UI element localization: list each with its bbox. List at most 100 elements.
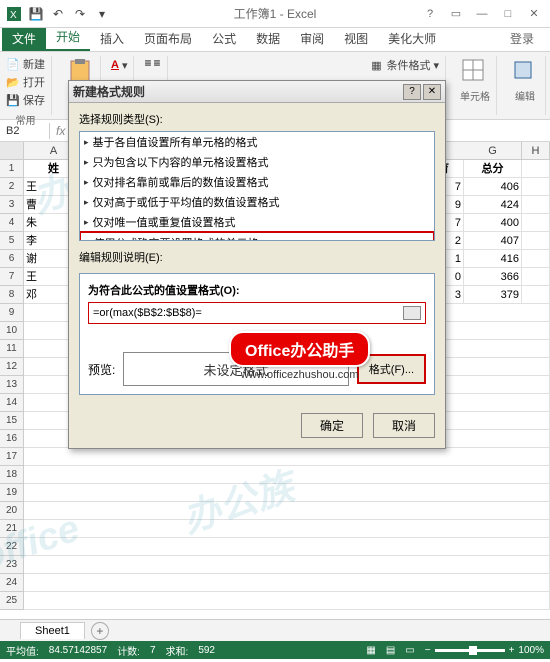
row-header[interactable]: 7 xyxy=(0,268,24,286)
row-header[interactable]: 1 xyxy=(0,160,24,178)
dialog-help-icon[interactable]: ? xyxy=(403,84,421,100)
save-button[interactable]: 💾保存 xyxy=(6,92,45,108)
undo-icon[interactable]: ↶ xyxy=(48,4,68,24)
rule-option[interactable]: 仅对高于或低于平均值的数值设置格式 xyxy=(80,192,434,212)
help-icon[interactable]: ? xyxy=(418,5,442,23)
tab-beauty[interactable]: 美化大师 xyxy=(378,26,446,51)
row-header[interactable]: 23 xyxy=(0,556,24,574)
cancel-button[interactable]: 取消 xyxy=(373,413,435,438)
range-selector-icon[interactable] xyxy=(403,306,421,320)
cell[interactable] xyxy=(24,502,550,520)
row-header[interactable]: 6 xyxy=(0,250,24,268)
qat-dropdown-icon[interactable]: ▾ xyxy=(92,4,112,24)
cell[interactable] xyxy=(522,214,550,232)
row-header[interactable]: 5 xyxy=(0,232,24,250)
cell[interactable]: 总分 xyxy=(464,160,522,178)
zoom-control[interactable]: − + 100% xyxy=(425,645,544,656)
rule-option[interactable]: 基于各自值设置所有单元格的格式 xyxy=(80,132,434,152)
col-g[interactable]: G xyxy=(464,142,522,159)
cell[interactable]: 407 xyxy=(464,232,522,250)
login-link[interactable]: 登录 xyxy=(500,26,544,51)
row-header[interactable]: 4 xyxy=(0,214,24,232)
select-all-corner[interactable] xyxy=(0,142,24,159)
minimize-icon[interactable]: — xyxy=(470,5,494,23)
cell[interactable]: 406 xyxy=(464,178,522,196)
new-button[interactable]: 📄新建 xyxy=(6,56,45,72)
zoom-value[interactable]: 100% xyxy=(518,645,544,656)
view-layout-icon[interactable]: ▤ xyxy=(386,645,395,656)
row-header[interactable]: 21 xyxy=(0,520,24,538)
cell[interactable]: 400 xyxy=(464,214,522,232)
tab-review[interactable]: 审阅 xyxy=(290,26,334,51)
tab-view[interactable]: 视图 xyxy=(334,26,378,51)
cond-format-button[interactable]: ▦条件格式 ▾ xyxy=(369,56,439,74)
dialog-titlebar[interactable]: 新建格式规则 ? ✕ xyxy=(69,81,445,103)
dialog-close-icon[interactable]: ✕ xyxy=(423,84,441,100)
open-button[interactable]: 📂打开 xyxy=(6,74,45,90)
row-header[interactable]: 16 xyxy=(0,430,24,448)
cell[interactable]: 416 xyxy=(464,250,522,268)
view-normal-icon[interactable]: ▦ xyxy=(366,645,375,656)
cell[interactable] xyxy=(522,196,550,214)
tab-formulas[interactable]: 公式 xyxy=(202,26,246,51)
cell[interactable] xyxy=(522,160,550,178)
tab-data[interactable]: 数据 xyxy=(246,26,290,51)
tab-insert[interactable]: 插入 xyxy=(90,26,134,51)
cell[interactable] xyxy=(24,556,550,574)
row-header[interactable]: 9 xyxy=(0,304,24,322)
col-h[interactable]: H xyxy=(522,142,550,159)
save-icon[interactable]: 💾 xyxy=(26,4,46,24)
row-header[interactable]: 25 xyxy=(0,592,24,610)
row-header[interactable]: 20 xyxy=(0,502,24,520)
redo-icon[interactable]: ↷ xyxy=(70,4,90,24)
row-header[interactable]: 22 xyxy=(0,538,24,556)
row-header[interactable]: 11 xyxy=(0,340,24,358)
cell[interactable] xyxy=(24,574,550,592)
cell[interactable] xyxy=(24,484,550,502)
cell[interactable] xyxy=(522,286,550,304)
sheet-tab[interactable]: Sheet1 xyxy=(20,622,85,639)
edit-group[interactable]: 编辑 xyxy=(505,56,546,115)
rule-option[interactable]: 只为包含以下内容的单元格设置格式 xyxy=(80,152,434,172)
cell[interactable] xyxy=(522,250,550,268)
row-header[interactable]: 19 xyxy=(0,484,24,502)
cell[interactable] xyxy=(24,538,550,556)
cell[interactable] xyxy=(522,178,550,196)
view-break-icon[interactable]: ▭ xyxy=(405,645,414,656)
row-header[interactable]: 24 xyxy=(0,574,24,592)
cell[interactable] xyxy=(522,268,550,286)
row-header[interactable]: 12 xyxy=(0,358,24,376)
row-header[interactable]: 17 xyxy=(0,448,24,466)
cell[interactable] xyxy=(24,592,550,610)
row-header[interactable]: 3 xyxy=(0,196,24,214)
row-header[interactable]: 18 xyxy=(0,466,24,484)
tab-home[interactable]: 开始 xyxy=(46,24,90,51)
cell[interactable]: 424 xyxy=(464,196,522,214)
name-box[interactable]: B2 xyxy=(0,123,50,139)
row-header[interactable]: 15 xyxy=(0,412,24,430)
row-header[interactable]: 10 xyxy=(0,322,24,340)
row-header[interactable]: 2 xyxy=(0,178,24,196)
cell[interactable] xyxy=(24,466,550,484)
add-sheet-icon[interactable]: + xyxy=(91,622,109,640)
cell[interactable] xyxy=(24,448,550,466)
cell[interactable] xyxy=(522,232,550,250)
zoom-in-icon[interactable]: + xyxy=(509,645,515,656)
rule-type-list[interactable]: 基于各自值设置所有单元格的格式 只为包含以下内容的单元格设置格式 仅对排名靠前或… xyxy=(79,131,435,241)
row-header[interactable]: 13 xyxy=(0,376,24,394)
cell[interactable] xyxy=(24,520,550,538)
ok-button[interactable]: 确定 xyxy=(301,413,363,438)
cell[interactable]: 366 xyxy=(464,268,522,286)
tab-file[interactable]: 文件 xyxy=(2,26,46,51)
close-icon[interactable]: ✕ xyxy=(522,5,546,23)
rule-option[interactable]: 仅对唯一值或重复值设置格式 xyxy=(80,212,434,232)
ribbon-options-icon[interactable]: ▭ xyxy=(444,5,468,23)
cell[interactable]: 379 xyxy=(464,286,522,304)
rule-option-selected[interactable]: 使用公式确定要设置格式的单元格 xyxy=(79,231,435,241)
row-header[interactable]: 14 xyxy=(0,394,24,412)
zoom-out-icon[interactable]: − xyxy=(425,645,431,656)
rule-option[interactable]: 仅对排名靠前或靠后的数值设置格式 xyxy=(80,172,434,192)
cells-group[interactable]: 单元格 xyxy=(454,56,497,115)
tab-layout[interactable]: 页面布局 xyxy=(134,26,202,51)
row-header[interactable]: 8 xyxy=(0,286,24,304)
